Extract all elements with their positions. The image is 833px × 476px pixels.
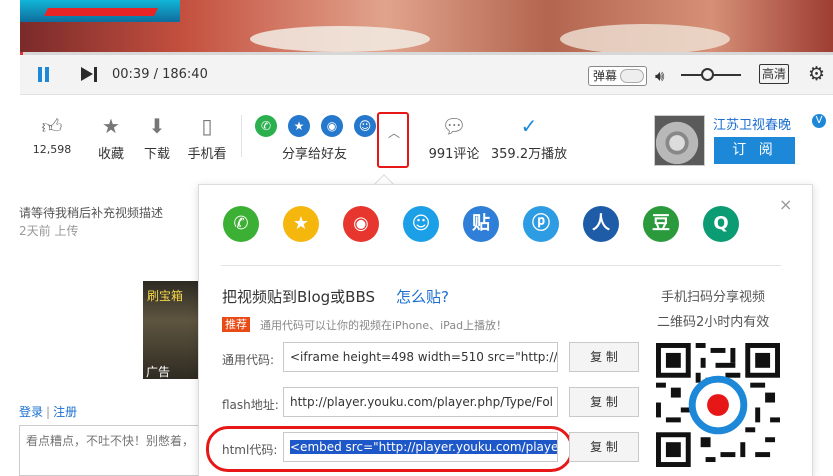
register-link[interactable]: 注册 [53, 405, 77, 419]
toggle-switch-icon [620, 69, 644, 83]
copy-flash-button[interactable]: 复 制 [569, 387, 639, 417]
play-count: ✓ 359.2万播放 [488, 114, 570, 162]
gear-icon[interactable]: ⚙ [808, 63, 825, 85]
qr-code [656, 343, 780, 467]
qq-icon[interactable]: ☺ [403, 206, 439, 242]
ad-label: 广告 [146, 365, 171, 379]
renren-icon[interactable]: 人 [583, 206, 619, 242]
volume-icon[interactable]: 🔊︎ [655, 67, 664, 85]
favorite-button[interactable]: ★ 收藏 [92, 114, 130, 162]
share-expand-button[interactable]: ︿ [377, 112, 409, 168]
like-count: 12,598 [32, 143, 72, 156]
share-popup: × ✆ ★ ◉ ☺ 贴 ⓟ 人 豆 Q 把视频贴到Blog或BBS 怎么贴? 推… [198, 184, 813, 476]
comment-input[interactable] [26, 434, 216, 448]
pause-icon[interactable] [37, 67, 51, 82]
wechat-icon[interactable]: ✆ [223, 206, 259, 242]
player-control-bar: 00:39 / 186:40 弹幕 🔊︎ 高清 ⚙ [20, 55, 833, 95]
favorite-label: 收藏 [97, 147, 124, 162]
qzone-icon[interactable]: ★ [283, 206, 319, 242]
divider [221, 265, 781, 266]
qzone-icon[interactable]: ★ [288, 115, 310, 137]
download-button[interactable]: ⬇ 下载 [138, 114, 176, 162]
like-button[interactable]: 👍︎ 12,598 [28, 114, 76, 156]
mobile-label: 手机看 [187, 147, 227, 162]
video-scene [560, 24, 730, 54]
danmu-label: 弹幕 [593, 69, 618, 83]
copy-universal-button[interactable]: 复 制 [569, 342, 639, 372]
danmu-toggle[interactable]: 弹幕 [588, 66, 647, 86]
upload-time: 2天前 上传 [19, 224, 79, 238]
quality-button[interactable]: 高清 [759, 64, 789, 84]
time-display: 00:39 / 186:40 [112, 67, 208, 82]
copy-html-button[interactable]: 复 制 [569, 432, 639, 462]
douban-icon[interactable]: 豆 [643, 206, 679, 242]
divider [241, 115, 242, 157]
separator: | [46, 405, 51, 419]
share-icon-row: ✆ ★ ◉ ☺ [255, 115, 385, 137]
other-share-icon[interactable]: Q [703, 206, 739, 242]
qr-subtitle: 二维码2小时内有效 [657, 315, 770, 330]
html-code-field[interactable]: <embed src="http://player.youku.com/play… [283, 432, 558, 462]
thumbs-up-icon: 👍︎ [41, 114, 63, 138]
subscribe-button[interactable]: 订 阅 [714, 137, 795, 164]
comment-input-box[interactable] [19, 425, 219, 476]
volume-knob[interactable] [701, 68, 714, 81]
trend-icon: ✓ [520, 114, 538, 138]
channel-name[interactable]: 江苏卫视春晚 [713, 114, 791, 133]
comment-icon: 💬︎ [441, 114, 467, 138]
flash-url-label: flash地址: [222, 398, 279, 412]
next-icon[interactable] [81, 67, 99, 82]
login-link[interactable]: 登录 [19, 405, 43, 419]
chevron-up-icon: ︿ [388, 126, 401, 140]
qq-icon[interactable]: ☺ [354, 115, 376, 137]
close-icon[interactable]: × [779, 195, 792, 214]
download-icon: ⬇ [148, 114, 166, 138]
weibo-icon[interactable]: ◉ [343, 206, 379, 242]
universal-code-label: 通用代码: [222, 353, 275, 367]
star-icon: ★ [102, 114, 120, 138]
wechat-icon[interactable]: ✆ [255, 115, 277, 137]
how-to-embed-link[interactable]: 怎么贴? [396, 286, 449, 307]
video-scene [250, 26, 430, 52]
login-links: 登录 | 注册 [19, 403, 77, 420]
video-scene [20, 0, 180, 22]
tieba-icon[interactable]: 贴 [463, 206, 499, 242]
html-code-label: html代码: [222, 443, 278, 457]
video-description: 请等待我稍后补充视频描述 [19, 206, 164, 220]
play-count-label: 359.2万播放 [490, 147, 568, 162]
comments-button[interactable]: 💬︎ 991评论 [427, 114, 481, 162]
watch-on-mobile-button[interactable]: ▯ 手机看 [182, 114, 232, 162]
recommend-text: 通用代码可以让你的视频在iPhone、iPad上播放！ [260, 319, 508, 332]
ad-banner[interactable]: 刷宝箱 广告 [143, 281, 198, 379]
recommend-badge: 推荐 [222, 317, 250, 332]
share-label[interactable]: 分享给好友 [282, 143, 347, 162]
flash-url-field[interactable]: http://player.youku.com/player.php/Type/… [283, 387, 558, 417]
embed-title: 把视频贴到Blog或BBS [222, 288, 375, 306]
qr-title: 手机扫码分享视频 [661, 290, 766, 305]
comments-count: 991评论 [428, 147, 480, 162]
verified-badge-icon: V [812, 114, 826, 128]
share-platform-row: ✆ ★ ◉ ☺ 贴 ⓟ 人 豆 Q [223, 206, 763, 244]
weibo-icon[interactable]: ◉ [321, 115, 343, 137]
phone-icon: ▯ [201, 114, 213, 138]
youku-p-icon[interactable]: ⓟ [523, 206, 559, 242]
download-label: 下载 [143, 147, 170, 162]
ad-title: 刷宝箱 [147, 289, 184, 303]
channel-avatar[interactable] [654, 115, 705, 166]
universal-code-field[interactable]: <iframe height=498 width=510 src="http:/… [283, 342, 558, 372]
selected-code-text: <embed src="http://player.youku.com/play… [290, 440, 557, 454]
video-frame[interactable] [20, 0, 833, 55]
